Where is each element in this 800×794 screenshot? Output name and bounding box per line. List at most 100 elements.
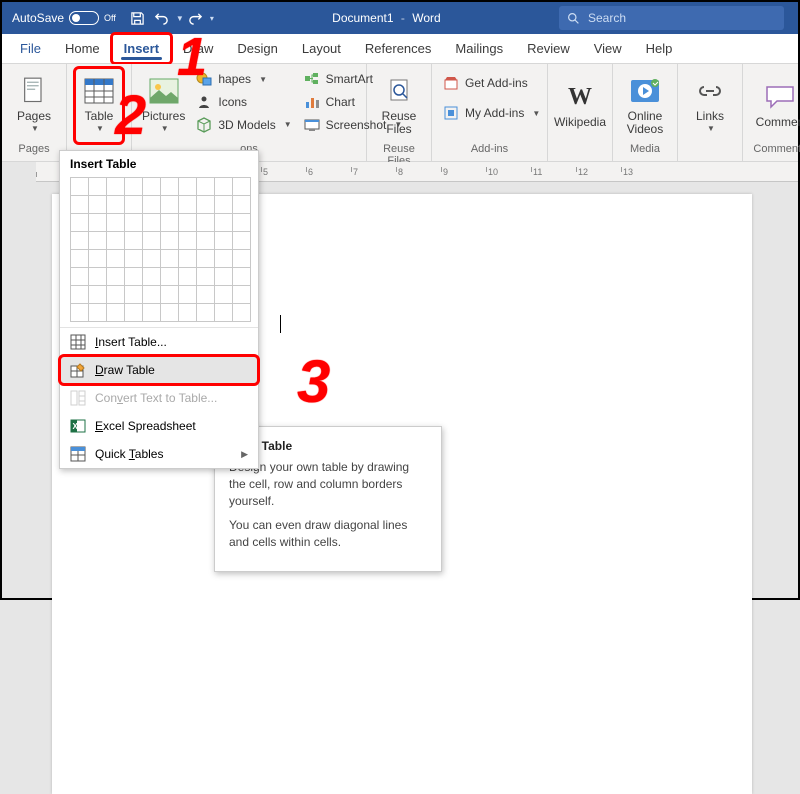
menu-draw-table[interactable]: Draw Table <box>60 356 258 384</box>
grid-cell[interactable] <box>88 195 107 214</box>
grid-cell[interactable] <box>232 249 251 268</box>
grid-cell[interactable] <box>160 267 179 286</box>
grid-cell[interactable] <box>142 231 161 250</box>
grid-cell[interactable] <box>142 249 161 268</box>
grid-cell[interactable] <box>178 195 197 214</box>
grid-cell[interactable] <box>232 195 251 214</box>
grid-cell[interactable] <box>214 303 233 322</box>
tab-file[interactable]: File <box>8 34 53 63</box>
grid-cell[interactable] <box>160 213 179 232</box>
grid-cell[interactable] <box>106 177 125 196</box>
grid-cell[interactable] <box>88 249 107 268</box>
grid-cell[interactable] <box>160 249 179 268</box>
tab-references[interactable]: References <box>353 34 443 63</box>
grid-cell[interactable] <box>124 285 143 304</box>
grid-cell[interactable] <box>232 267 251 286</box>
grid-cell[interactable] <box>106 231 125 250</box>
grid-cell[interactable] <box>124 249 143 268</box>
chevron-down-icon[interactable]: ▼ <box>176 14 184 23</box>
grid-cell[interactable] <box>142 213 161 232</box>
grid-cell[interactable] <box>214 177 233 196</box>
grid-cell[interactable] <box>160 303 179 322</box>
grid-cell[interactable] <box>88 213 107 232</box>
grid-cell[interactable] <box>160 177 179 196</box>
save-icon[interactable] <box>126 6 150 30</box>
grid-cell[interactable] <box>214 231 233 250</box>
grid-cell[interactable] <box>214 285 233 304</box>
grid-cell[interactable] <box>124 195 143 214</box>
grid-cell[interactable] <box>196 177 215 196</box>
grid-cell[interactable] <box>232 213 251 232</box>
table-size-grid[interactable] <box>70 177 250 321</box>
grid-cell[interactable] <box>214 249 233 268</box>
tab-insert[interactable]: Insert <box>112 34 171 63</box>
grid-cell[interactable] <box>70 249 89 268</box>
grid-cell[interactable] <box>178 231 197 250</box>
grid-cell[interactable] <box>214 195 233 214</box>
grid-cell[interactable] <box>124 303 143 322</box>
get-addins-button[interactable]: Get Add-ins <box>440 72 543 94</box>
icons-button[interactable]: Icons <box>193 91 294 113</box>
grid-cell[interactable] <box>232 231 251 250</box>
links-button[interactable]: Links▼ <box>686 68 734 143</box>
grid-cell[interactable] <box>160 195 179 214</box>
grid-cell[interactable] <box>70 285 89 304</box>
grid-cell[interactable] <box>70 177 89 196</box>
tab-help[interactable]: Help <box>634 34 685 63</box>
grid-cell[interactable] <box>196 285 215 304</box>
grid-cell[interactable] <box>232 285 251 304</box>
grid-cell[interactable] <box>232 303 251 322</box>
grid-cell[interactable] <box>142 285 161 304</box>
grid-cell[interactable] <box>160 231 179 250</box>
grid-cell[interactable] <box>124 213 143 232</box>
pages-button[interactable]: Pages▼ <box>10 68 58 143</box>
grid-cell[interactable] <box>88 231 107 250</box>
grid-cell[interactable] <box>196 231 215 250</box>
grid-cell[interactable] <box>214 213 233 232</box>
grid-cell[interactable] <box>196 267 215 286</box>
autosave-toggle[interactable]: AutoSave Off <box>2 11 126 25</box>
grid-cell[interactable] <box>124 267 143 286</box>
menu-excel-spreadsheet[interactable]: X Excel Spreadsheet <box>60 412 258 440</box>
grid-cell[interactable] <box>196 195 215 214</box>
grid-cell[interactable] <box>106 303 125 322</box>
grid-cell[interactable] <box>70 213 89 232</box>
tab-view[interactable]: View <box>582 34 634 63</box>
grid-cell[interactable] <box>214 267 233 286</box>
grid-cell[interactable] <box>142 177 161 196</box>
wikipedia-button[interactable]: W Wikipedia <box>556 68 604 143</box>
grid-cell[interactable] <box>196 249 215 268</box>
grid-cell[interactable] <box>106 213 125 232</box>
grid-cell[interactable] <box>106 195 125 214</box>
grid-cell[interactable] <box>70 303 89 322</box>
grid-cell[interactable] <box>160 285 179 304</box>
redo-icon[interactable] <box>184 6 208 30</box>
tab-draw[interactable]: Draw <box>171 34 225 63</box>
grid-cell[interactable] <box>106 267 125 286</box>
grid-cell[interactable] <box>142 267 161 286</box>
table-button[interactable]: Table▼ <box>75 68 123 143</box>
tab-layout[interactable]: Layout <box>290 34 353 63</box>
grid-cell[interactable] <box>178 285 197 304</box>
tab-mailings[interactable]: Mailings <box>443 34 515 63</box>
grid-cell[interactable] <box>106 249 125 268</box>
search-input[interactable]: Search <box>559 6 784 30</box>
grid-cell[interactable] <box>88 267 107 286</box>
grid-cell[interactable] <box>178 177 197 196</box>
grid-cell[interactable] <box>70 195 89 214</box>
grid-cell[interactable] <box>232 177 251 196</box>
online-videos-button[interactable]: Online Videos <box>621 68 669 143</box>
shapes-button[interactable]: hapes▼ <box>193 68 294 90</box>
3d-models-button[interactable]: 3D Models ▼ <box>193 114 294 136</box>
menu-insert-table[interactable]: Insert Table... <box>60 328 258 356</box>
tab-home[interactable]: Home <box>53 34 112 63</box>
grid-cell[interactable] <box>178 249 197 268</box>
grid-cell[interactable] <box>124 231 143 250</box>
undo-icon[interactable] <box>150 6 174 30</box>
tab-design[interactable]: Design <box>225 34 289 63</box>
grid-cell[interactable] <box>178 303 197 322</box>
grid-cell[interactable] <box>70 267 89 286</box>
grid-cell[interactable] <box>178 213 197 232</box>
grid-cell[interactable] <box>88 303 107 322</box>
my-addins-button[interactable]: My Add-ins ▼ <box>440 102 543 124</box>
